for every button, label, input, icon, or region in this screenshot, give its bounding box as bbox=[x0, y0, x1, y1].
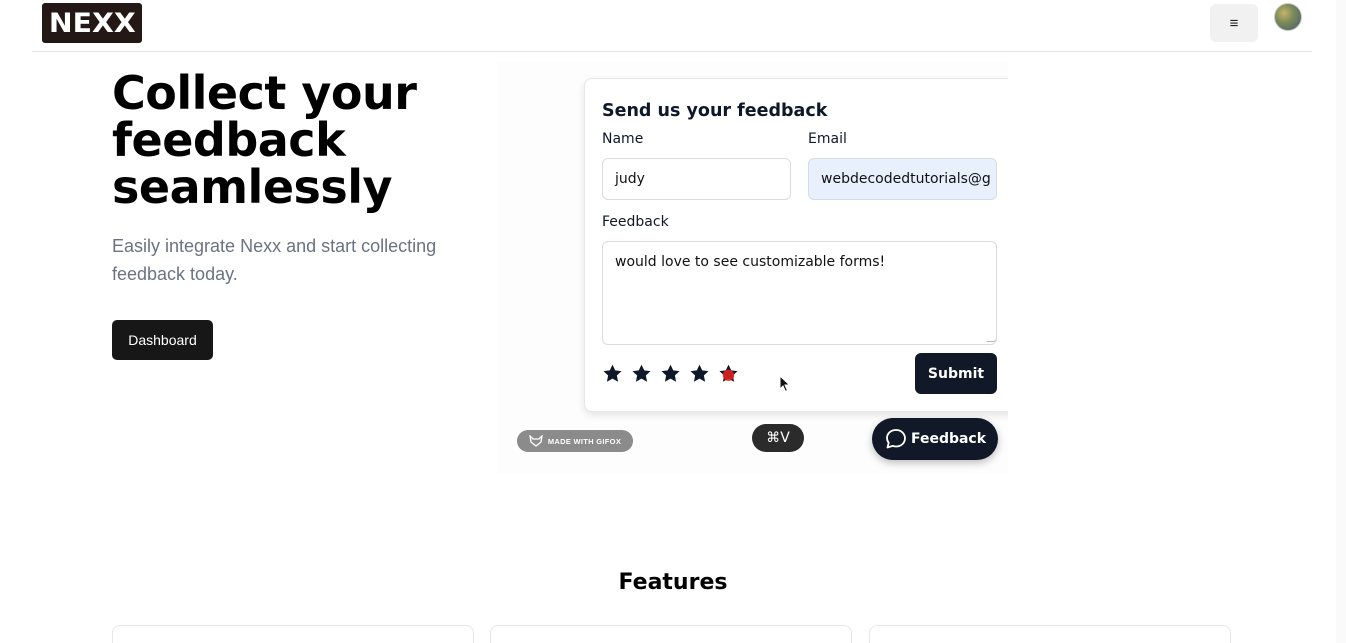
mouse-cursor-icon bbox=[779, 375, 791, 393]
nexx-logo[interactable]: NEXX ™ bbox=[42, 3, 142, 43]
feedback-label: Feedback bbox=[602, 214, 669, 230]
feedback-form-card: Send us your feedback Name Email judy we… bbox=[584, 78, 1008, 412]
name-label: Name bbox=[602, 131, 644, 147]
feedback-widget-label: Feedback bbox=[910, 431, 987, 447]
name-input[interactable]: judy bbox=[602, 158, 791, 200]
top-nav: NEXX ™ ≡ bbox=[32, 0, 1312, 52]
page-scrollbar[interactable] bbox=[1336, 0, 1346, 643]
star-icon[interactable] bbox=[602, 363, 623, 384]
features-heading: Features bbox=[618, 570, 728, 595]
star-icon-active[interactable] bbox=[718, 363, 739, 384]
form-title: Send us your feedback bbox=[602, 101, 828, 121]
feedback-textarea[interactable]: would love to see customizable forms! bbox=[602, 241, 997, 345]
submit-button[interactable]: Submit bbox=[915, 353, 997, 394]
star-rating[interactable] bbox=[602, 363, 739, 384]
star-icon[interactable] bbox=[689, 363, 710, 384]
star-icon[interactable] bbox=[631, 363, 652, 384]
star-icon[interactable] bbox=[660, 363, 681, 384]
feature-card bbox=[490, 625, 852, 643]
dashboard-button[interactable]: Dashboard bbox=[112, 320, 213, 360]
hero-title: Collect your feedback seamlessly bbox=[112, 66, 417, 214]
feature-card bbox=[112, 625, 474, 643]
feedback-text: would love to see customizable forms! bbox=[615, 254, 886, 270]
hero-subtitle: Easily integrate Nexx and start collecti… bbox=[112, 236, 437, 284]
gifox-label: MADE WITH GIFOX bbox=[547, 436, 622, 446]
logo-text: NEXX bbox=[48, 7, 136, 39]
keyboard-shortcut-badge: ⌘V bbox=[752, 424, 804, 452]
feature-card bbox=[869, 625, 1231, 643]
hamburger-icon: ≡ bbox=[1229, 14, 1239, 32]
menu-button[interactable]: ≡ bbox=[1210, 4, 1258, 42]
fox-icon bbox=[529, 435, 543, 447]
email-label: Email bbox=[808, 131, 847, 147]
gifox-badge: MADE WITH GIFOX bbox=[517, 430, 633, 452]
email-input[interactable]: webdecodedtutorials@g bbox=[808, 158, 997, 200]
resize-grip-icon[interactable] bbox=[986, 334, 996, 342]
user-avatar[interactable] bbox=[1274, 3, 1302, 31]
chat-bubble-icon bbox=[886, 429, 906, 449]
logo-trademark: ™ bbox=[129, 12, 134, 18]
demo-animation: Send us your feedback Name Email judy we… bbox=[497, 62, 1008, 473]
feedback-widget-button[interactable]: Feedback bbox=[872, 418, 998, 460]
